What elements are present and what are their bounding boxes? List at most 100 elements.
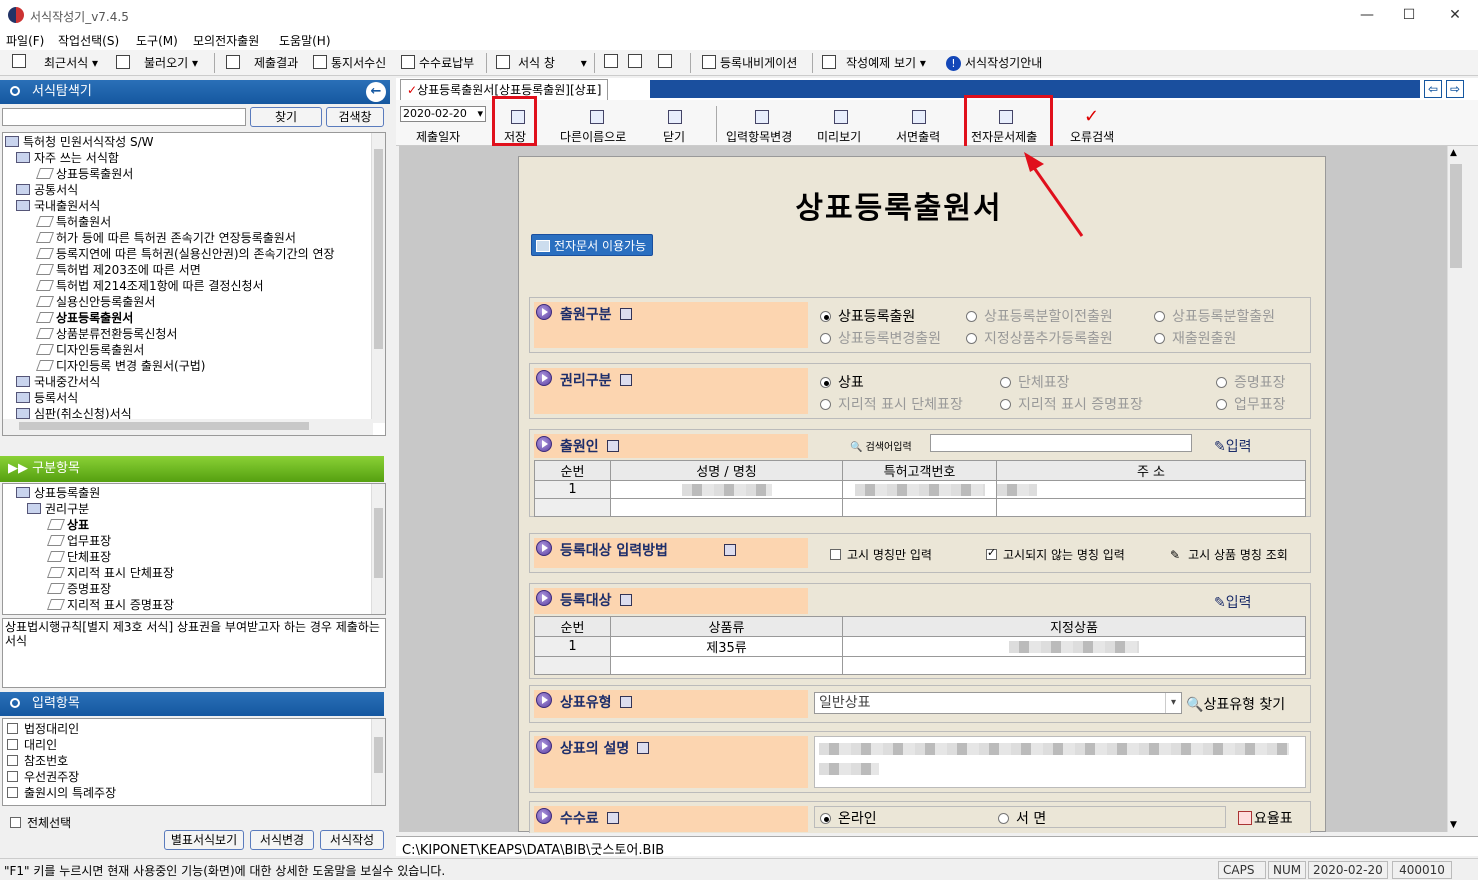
notice-goods-lookup-link[interactable]: ✎ 고시 상품 명칭 조회 [1170, 546, 1288, 563]
input-item-checkbox[interactable]: 출원시의 특례주장 [3, 785, 385, 801]
tree-item[interactable]: 상표 [3, 517, 385, 533]
table-row[interactable]: 1 제35류 [534, 636, 1306, 657]
fee-payment-button[interactable]: 수수료납부 [401, 54, 474, 72]
non-notice-name-checkbox[interactable]: 고시되지 않는 명칭 입력 [986, 546, 1125, 563]
tree-item[interactable]: 업무표장 [3, 533, 385, 549]
date-picker[interactable]: 2020-02-20 ▾ [400, 106, 486, 122]
tree-item[interactable]: 실용신안등록출원서 [3, 294, 385, 310]
input-items-vscroll[interactable] [371, 719, 385, 805]
tree-item[interactable]: 상품분류전환등록신청서 [3, 326, 385, 342]
explorer-vscroll[interactable] [371, 133, 385, 423]
radio-fee-paper[interactable]: 서 면 [998, 808, 1046, 828]
input-item-checkbox[interactable]: 법정대리인 [3, 721, 385, 737]
radio-certification-mark[interactable]: 증명표장 [1216, 372, 1286, 392]
tree-item[interactable]: 특허출원서 [3, 214, 385, 230]
mark-type-find-link[interactable]: 🔍상표유형 찾기 [1186, 694, 1285, 714]
radio-collective-mark[interactable]: 단체표장 [1000, 372, 1070, 392]
tree-item[interactable]: 국내출원서식 [3, 198, 385, 214]
radio-geo-collective-mark[interactable]: 지리적 표시 단체표장 [820, 394, 963, 414]
tree-item[interactable]: 특허청 민원서식작성 S/W [3, 134, 385, 150]
guide-button[interactable]: ! 서식작성기안내 [946, 54, 1042, 72]
tree-item[interactable]: 자주 쓰는 서식함 [3, 150, 385, 166]
category-tree[interactable]: 상표등록출원 권리구분 상표 업무표장 단체표장 지리적 표시 단체표장 증명표장 지리적 표… [2, 483, 386, 615]
explorer-tree[interactable]: 특허청 민원서식작성 S/W 자주 쓰는 서식함 상표등록출원서 공통서식 국내출원서식… [2, 132, 386, 436]
tree-item[interactable]: 지리적 표시 단체표장 [3, 565, 385, 581]
table-row[interactable] [534, 498, 1306, 517]
close-icon[interactable]: ✕ [1444, 4, 1466, 26]
applicant-search-input[interactable] [930, 434, 1192, 452]
separate-form-button[interactable]: 별표서식보기 [164, 830, 244, 850]
tree-item[interactable]: 단체표장 [3, 549, 385, 565]
radio-geo-certification-mark[interactable]: 지리적 표시 증명표장 [1000, 394, 1143, 414]
fee-rate-link[interactable]: 요율표 [1238, 808, 1293, 828]
radio-refiling[interactable]: 재출원출원 [1154, 328, 1236, 348]
radio-split-filing[interactable]: 상표등록분할출원 [1154, 306, 1275, 326]
find-button[interactable]: 찾기 [250, 107, 322, 127]
change-form-button[interactable]: 서식변경 [250, 830, 314, 850]
tab-prev-icon[interactable]: ⇦ [1424, 80, 1442, 98]
recent-forms-button[interactable]: 최근서식 ▾ [44, 54, 98, 72]
input-item-checkbox[interactable]: 참조번호 [3, 753, 385, 769]
tree-item[interactable]: 등록서식 [3, 390, 385, 406]
tree-item[interactable]: 디자인등록출원서 [3, 342, 385, 358]
reg-target-input-link[interactable]: ✎입력 [1214, 592, 1252, 612]
form-window-button[interactable]: 서식 창 ▾ [496, 54, 587, 72]
radio-trademark-filing[interactable]: 상표등록출원 [820, 306, 915, 326]
tree-item[interactable]: 특허법 제203조에 따른 서면 [3, 262, 385, 278]
tree-item[interactable]: 공통서식 [3, 182, 385, 198]
table-row[interactable]: 1 [534, 480, 1306, 499]
collapse-arrow-icon[interactable]: ← [366, 82, 386, 102]
sample-view-button[interactable]: 작성예제 보기 ▾ [822, 54, 926, 72]
tool-c-button[interactable] [658, 54, 676, 72]
tree-item[interactable]: 권리구분 [3, 501, 385, 517]
tree-item[interactable]: 상표등록출원서 [3, 310, 385, 326]
tree-item[interactable]: 증명표장 [3, 581, 385, 597]
print-button[interactable]: 서면출력 [896, 128, 940, 145]
table-row[interactable] [534, 656, 1306, 675]
select-all-checkbox[interactable]: 전체선택 [10, 814, 71, 831]
write-form-button[interactable]: 서식작성 [320, 830, 384, 850]
tab-next-icon[interactable]: ⇨ [1446, 80, 1464, 98]
tree-item[interactable]: 상표등록출원서 [3, 166, 385, 182]
explorer-hscroll[interactable] [3, 419, 373, 435]
new-doc-button[interactable] [12, 54, 30, 72]
notice-receive-button[interactable]: 통지서수신 [313, 54, 386, 72]
tree-item[interactable]: 특허법 제214조제1항에 따른 결정신청서 [3, 278, 385, 294]
input-item-checkbox[interactable]: 우선권주장 [3, 769, 385, 785]
minimize-icon[interactable]: — [1356, 4, 1378, 26]
menu-mock-filing[interactable]: 모의전자출원 [193, 32, 259, 49]
close-doc-button[interactable]: 닫기 [663, 128, 685, 145]
applicant-table[interactable]: 순번 성명 / 명칭 특허고객번호 주 소 1 [534, 460, 1306, 517]
radio-change-filing[interactable]: 상표등록변경출원 [820, 328, 941, 348]
e-doc-available-badge[interactable]: 전자문서 이용가능 [531, 234, 654, 256]
save-as-button[interactable]: 다른이름으로 [560, 128, 626, 145]
input-item-checkbox[interactable]: 대리인 [3, 737, 385, 753]
mark-desc-textarea[interactable] [814, 736, 1306, 788]
tree-item[interactable]: 국내중간서식 [3, 374, 385, 390]
applicant-input-link[interactable]: ✎입력 [1214, 436, 1252, 456]
error-check-button[interactable]: 오류검색 [1070, 128, 1114, 145]
submit-result-button[interactable]: 제출결과 [226, 54, 298, 72]
tree-item[interactable]: 지리적 표시 증명표장 [3, 597, 385, 613]
tree-item[interactable]: 등록지연에 따른 특허권(실용신안권)의 존속기간의 연장 [3, 246, 385, 262]
work-vscroll[interactable]: ▲ ▼ [1447, 146, 1464, 832]
load-button[interactable]: 불러오기 ▾ [116, 54, 198, 72]
search-window-button[interactable]: 검색창 [326, 107, 384, 127]
radio-additional-goods-filing[interactable]: 지정상품추가등록출원 [966, 328, 1113, 348]
tree-item[interactable]: 디자인등록 변경 출원서(구법) [3, 358, 385, 374]
radio-split-transfer-filing[interactable]: 상표등록분할이전출원 [966, 306, 1113, 326]
maximize-icon[interactable]: ☐ [1398, 4, 1420, 26]
menu-help[interactable]: 도움말(H) [279, 32, 331, 49]
tree-item[interactable]: 상표등록출원 [3, 485, 385, 501]
menu-task[interactable]: 작업선택(S) [58, 32, 119, 49]
preview-button[interactable]: 미리보기 [817, 128, 861, 145]
radio-fee-online[interactable]: 온라인 [820, 808, 877, 828]
explorer-search-input[interactable] [2, 108, 246, 126]
tool-b-button[interactable] [628, 54, 646, 72]
reg-navigation-button[interactable]: 등록내비게이션 [702, 54, 797, 72]
reg-target-table[interactable]: 순번 상품류 지정상품 1 제35류 [534, 616, 1306, 675]
tree-item[interactable]: 허가 등에 따른 특허권 존속기간 연장등록출원서 [3, 230, 385, 246]
menu-tools[interactable]: 도구(M) [136, 32, 178, 49]
radio-trademark[interactable]: 상표 [820, 372, 864, 392]
mark-type-select[interactable]: 일반상표 ▾ [814, 692, 1182, 714]
